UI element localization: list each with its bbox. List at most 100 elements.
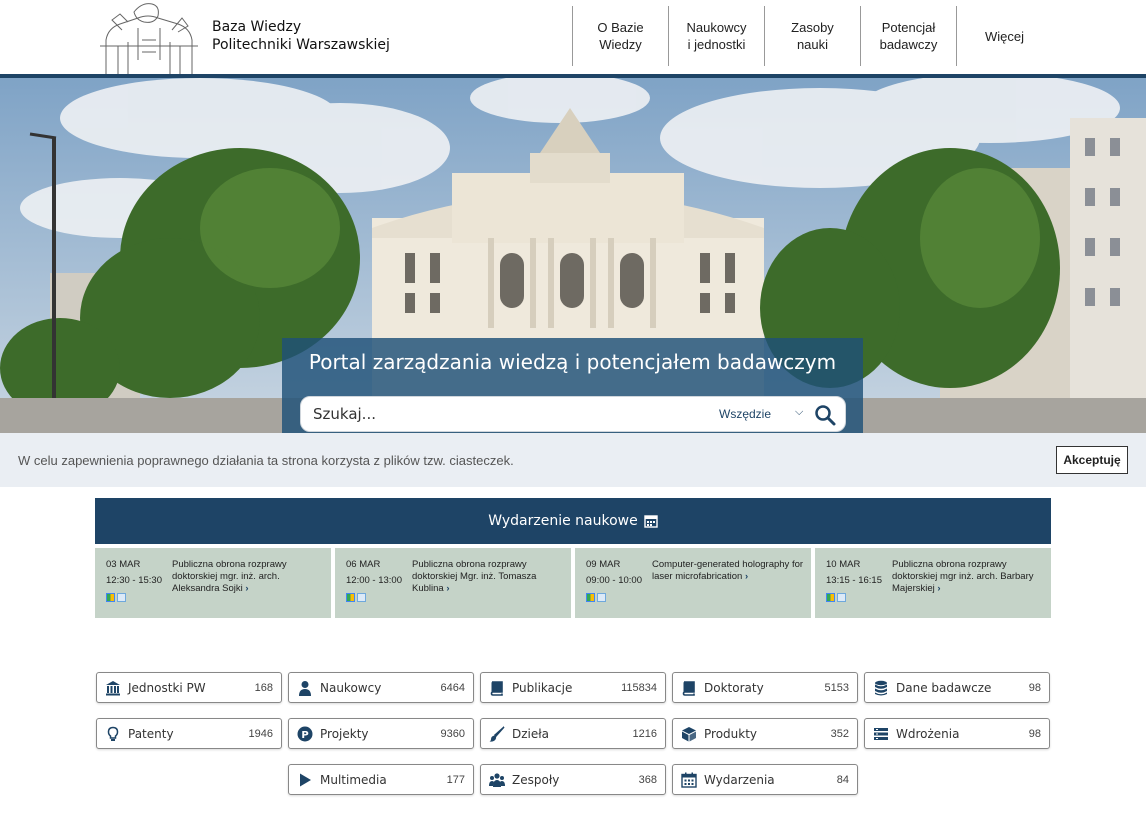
events-list: 03 MAR 12:30 - 15:30 Publiczna obrona ro… bbox=[95, 548, 1051, 618]
search-icon[interactable] bbox=[813, 403, 837, 427]
event-date: 09 MAR bbox=[586, 559, 621, 570]
event-title-link[interactable]: Publiczna obrona rozprawy doktorskiej mg… bbox=[172, 559, 324, 595]
book-icon bbox=[490, 681, 503, 696]
cookie-banner: W celu zapewnienia poprawnego działania … bbox=[0, 433, 1146, 487]
nav-naukowcy-i-jednostki[interactable]: Naukowcy i jednostki bbox=[668, 6, 764, 66]
category-label: Wydarzenia bbox=[704, 773, 775, 787]
event-card[interactable]: 03 MAR 12:30 - 15:30 Publiczna obrona ro… bbox=[95, 548, 331, 618]
person-icon bbox=[299, 681, 311, 696]
category-count: 6464 bbox=[440, 682, 465, 694]
university-logo[interactable] bbox=[98, 0, 200, 74]
category-label: Produkty bbox=[704, 727, 758, 741]
chevron-down-icon[interactable]: ⌵ bbox=[795, 406, 803, 419]
category-dziela[interactable]: Dzieła 1216 bbox=[480, 718, 666, 749]
event-date: 03 MAR bbox=[106, 559, 141, 570]
category-label: Patenty bbox=[128, 727, 174, 741]
team-icon bbox=[489, 773, 505, 787]
chevron-right-icon: › bbox=[245, 583, 249, 594]
category-count: 5153 bbox=[824, 682, 849, 694]
ical-icon[interactable] bbox=[357, 593, 366, 602]
site-header: Baza Wiedzy Politechniki Warszawskiej O … bbox=[0, 0, 1146, 78]
event-time: 13:15 - 16:15 bbox=[826, 575, 882, 586]
category-zespoly[interactable]: Zespoły 368 bbox=[480, 764, 666, 795]
event-title: Publiczna obrona rozprawy doktorskiej Mg… bbox=[412, 559, 537, 594]
category-count: 352 bbox=[830, 728, 849, 740]
events-header-label: Wydarzenie naukowe bbox=[488, 513, 638, 529]
database-icon bbox=[875, 680, 887, 696]
event-calendar-links bbox=[106, 593, 126, 602]
event-card[interactable]: 09 MAR 09:00 - 10:00 Computer-generated … bbox=[575, 548, 811, 618]
hero-banner: Portal zarządzania wiedzą i potencjałem … bbox=[0, 78, 1146, 433]
chevron-right-icon: › bbox=[446, 583, 450, 594]
category-count: 1216 bbox=[632, 728, 657, 740]
event-date: 10 MAR bbox=[826, 559, 861, 570]
event-title: Publiczna obrona rozprawy doktorskiej mg… bbox=[892, 559, 1034, 594]
event-time: 09:00 - 10:00 bbox=[586, 575, 642, 586]
nav-potencjal-badawczy[interactable]: Potencjał badawczy bbox=[860, 6, 956, 66]
event-title-link[interactable]: Publiczna obrona rozprawy doktorskiej mg… bbox=[892, 559, 1044, 595]
category-multimedia[interactable]: Multimedia 177 bbox=[288, 764, 474, 795]
brush-icon bbox=[489, 726, 505, 742]
category-publikacje[interactable]: Publikacje 115834 bbox=[480, 672, 666, 703]
ical-icon[interactable] bbox=[597, 593, 606, 602]
category-wdrozenia[interactable]: Wdrożenia 98 bbox=[864, 718, 1050, 749]
category-label: Dzieła bbox=[512, 727, 550, 741]
site-brand[interactable]: Baza Wiedzy Politechniki Warszawskiej bbox=[212, 18, 390, 54]
event-calendar-links bbox=[586, 593, 606, 602]
category-dane-badawcze[interactable]: Dane badawcze 98 bbox=[864, 672, 1050, 703]
list-icon bbox=[874, 728, 888, 740]
category-label: Zespoły bbox=[512, 773, 560, 787]
search-bar: Wszędzie ⌵ bbox=[300, 396, 846, 432]
chevron-right-icon: › bbox=[937, 583, 941, 594]
nav-wiecej[interactable]: Więcej bbox=[956, 6, 1052, 66]
category-jednostki-pw[interactable]: Jednostki PW 168 bbox=[96, 672, 282, 703]
category-count: 9360 bbox=[440, 728, 465, 740]
lightbulb-icon bbox=[107, 726, 119, 741]
event-card[interactable]: 06 MAR 12:00 - 13:00 Publiczna obrona ro… bbox=[335, 548, 571, 618]
event-title-link[interactable]: Publiczna obrona rozprawy doktorskiej Mg… bbox=[412, 559, 564, 595]
event-title-link[interactable]: Computer-generated holography for laser … bbox=[652, 559, 804, 583]
events-header[interactable]: Wydarzenie naukowe bbox=[95, 498, 1051, 544]
event-date: 06 MAR bbox=[346, 559, 381, 570]
hero-title: Portal zarządzania wiedzą i potencjałem … bbox=[308, 350, 837, 374]
category-wydarzenia[interactable]: Wydarzenia 84 bbox=[672, 764, 858, 795]
category-patenty[interactable]: Patenty 1946 bbox=[96, 718, 282, 749]
category-label: Wdrożenia bbox=[896, 727, 960, 741]
ical-icon[interactable] bbox=[117, 593, 126, 602]
category-naukowcy[interactable]: Naukowcy 6464 bbox=[288, 672, 474, 703]
event-calendar-links bbox=[826, 593, 846, 602]
nav-o-bazie-wiedzy[interactable]: O Bazie Wiedzy bbox=[572, 6, 668, 66]
category-count: 168 bbox=[254, 682, 273, 694]
chevron-right-icon: › bbox=[744, 571, 749, 582]
event-title: Publiczna obrona rozprawy doktorskiej mg… bbox=[172, 559, 287, 594]
category-count: 115834 bbox=[621, 682, 657, 694]
search-scope-select[interactable]: Wszędzie bbox=[719, 407, 771, 421]
event-calendar-links bbox=[346, 593, 366, 602]
calendar-icon bbox=[681, 772, 697, 788]
ical-icon[interactable] bbox=[837, 593, 846, 602]
category-doktoraty[interactable]: Doktoraty 5153 bbox=[672, 672, 858, 703]
institution-icon bbox=[106, 681, 120, 696]
category-produkty[interactable]: Produkty 352 bbox=[672, 718, 858, 749]
event-time: 12:30 - 15:30 bbox=[106, 575, 162, 586]
category-label: Multimedia bbox=[320, 773, 387, 787]
google-calendar-icon[interactable] bbox=[106, 593, 115, 602]
google-calendar-icon[interactable] bbox=[826, 593, 835, 602]
event-title: Computer-generated holography for laser … bbox=[652, 559, 804, 582]
cookie-text: W celu zapewnienia poprawnego działania … bbox=[18, 453, 514, 468]
box-icon bbox=[682, 727, 696, 742]
category-label: Dane badawcze bbox=[896, 681, 992, 695]
category-count: 84 bbox=[836, 774, 849, 786]
brand-line-1: Baza Wiedzy bbox=[212, 19, 302, 35]
main-nav: O Bazie Wiedzy Naukowcy i jednostki Zaso… bbox=[572, 6, 1052, 66]
category-label: Projekty bbox=[320, 727, 369, 741]
search-input[interactable] bbox=[313, 397, 693, 431]
category-count: 1946 bbox=[248, 728, 273, 740]
google-calendar-icon[interactable] bbox=[346, 593, 355, 602]
event-time: 12:00 - 13:00 bbox=[346, 575, 402, 586]
category-projekty[interactable]: P Projekty 9360 bbox=[288, 718, 474, 749]
event-card[interactable]: 10 MAR 13:15 - 16:15 Publiczna obrona ro… bbox=[815, 548, 1051, 618]
accept-cookies-button[interactable]: Akceptuję bbox=[1056, 446, 1128, 474]
google-calendar-icon[interactable] bbox=[586, 593, 595, 602]
nav-zasoby-nauki[interactable]: Zasoby nauki bbox=[764, 6, 860, 66]
